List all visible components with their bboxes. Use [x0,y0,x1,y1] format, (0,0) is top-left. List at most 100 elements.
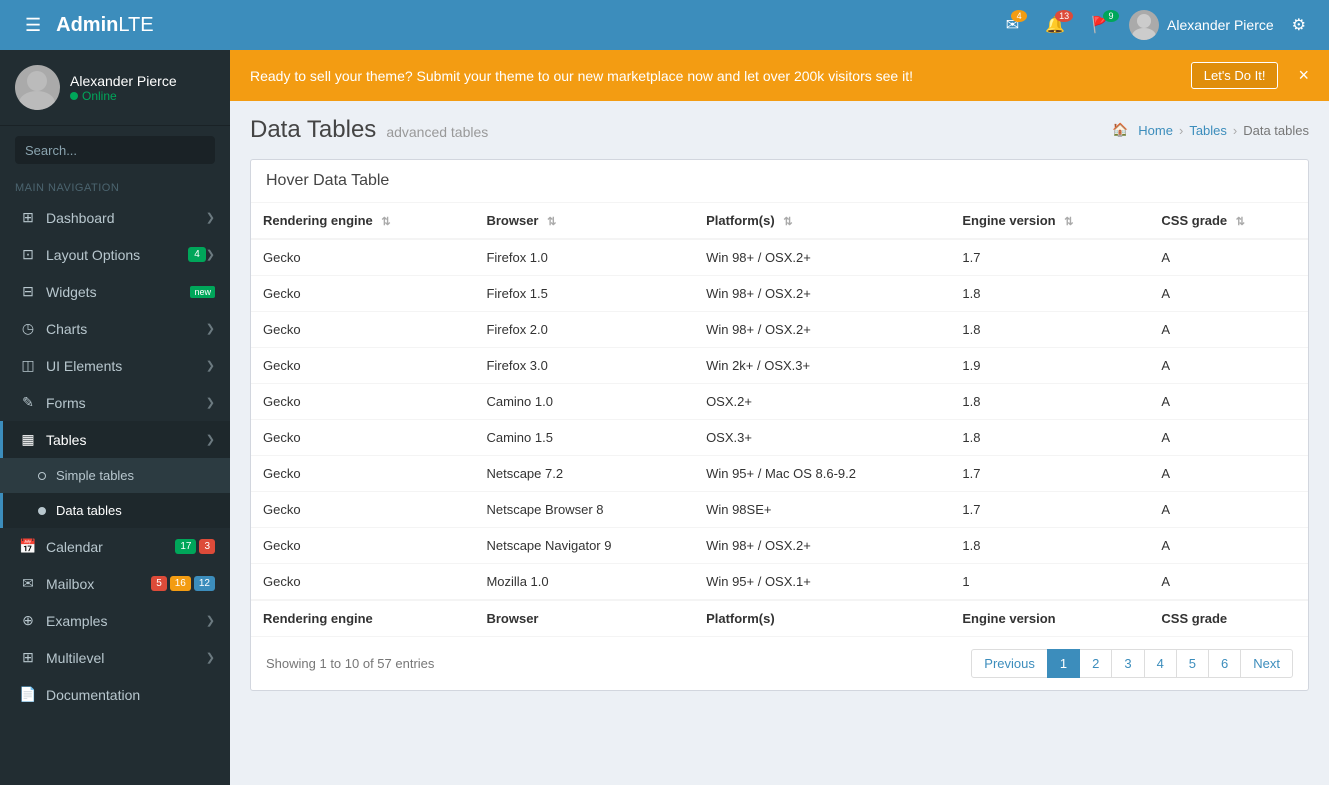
sidebar-toggle[interactable]: ☰ [15,15,51,36]
sidebar-item-dashboard[interactable]: ⊞ Dashboard ❯ [0,199,230,236]
forms-icon: ✎ [18,394,38,411]
content-header: Data Tables advanced tables 🏠 Home › Tab… [230,101,1329,159]
mail-button[interactable]: ✉ 4 [998,10,1027,40]
sidebar-item-examples[interactable]: ⊕ Examples ❯ [0,602,230,639]
brand-logo[interactable]: AdminLTE [56,14,153,37]
sidebar-item-charts[interactable]: ◷ Charts ❯ [0,310,230,347]
documentation-icon: 📄 [18,686,38,703]
calendar-badges: 17 3 [175,539,215,554]
cell-version: 1.8 [950,528,1149,564]
pagination-page-1[interactable]: 1 [1047,649,1080,678]
sidebar-item-mailbox[interactable]: ✉ Mailbox 5 16 12 [0,565,230,602]
cell-grade: A [1149,564,1308,601]
pagination-next[interactable]: Next [1240,649,1293,678]
mailbox-badge-3: 12 [194,576,215,591]
top-navbar: ☰ AdminLTE ✉ 4 🔔 13 🚩 9 Alexander Pierce [0,0,1329,50]
foot-col-browser: Browser [474,600,694,636]
sidebar-item-data-tables[interactable]: Data tables [0,493,230,528]
sidebar-item-ui[interactable]: ◫ UI Elements ❯ [0,347,230,384]
user-nav-panel[interactable]: Alexander Pierce [1129,10,1274,40]
sort-icon: ⇅ [381,216,390,228]
sort-icon: ⇅ [1236,216,1245,228]
calendar-icon: 📅 [18,538,38,555]
alert-close-button[interactable]: × [1298,65,1309,86]
layout-icon: ⊡ [18,246,38,263]
brand-prefix: Admin [56,14,118,36]
cell-engine: Gecko [251,456,474,492]
col-label: Engine version [962,213,1055,228]
new-badge: new [190,286,215,298]
table-row: Gecko Netscape 7.2 Win 95+ / Mac OS 8.6-… [251,456,1308,492]
sidebar-user-status: Online [70,89,177,103]
page-subtitle: advanced tables [386,124,488,140]
flag-badge: 9 [1103,10,1119,22]
settings-button[interactable]: ⚙ [1284,10,1314,40]
mailbox-icon: ✉ [18,575,38,592]
cell-platform: OSX.3+ [694,420,950,456]
pagination-page-5[interactable]: 5 [1176,649,1209,678]
app-wrapper: ☰ AdminLTE ✉ 4 🔔 13 🚩 9 Alexander Pierce [0,0,1329,785]
alert-cta-button[interactable]: Let's Do It! [1191,62,1279,89]
pagination-page-4[interactable]: 4 [1144,649,1177,678]
user-avatar [15,65,60,110]
cell-platform: Win 98+ / OSX.2+ [694,528,950,564]
search-submit[interactable]: 🔍 [211,136,215,164]
table-row: Gecko Firefox 1.0 Win 98+ / OSX.2+ 1.7 A [251,239,1308,276]
showing-info: Showing 1 to 10 of 57 entries [266,656,434,671]
home-icon: 🏠 [1112,122,1128,138]
sidebar-item-forms[interactable]: ✎ Forms ❯ [0,384,230,421]
search-input[interactable] [15,136,211,164]
breadcrumb-home[interactable]: Home [1138,123,1173,138]
sidebar-subitem-label: Simple tables [56,468,134,483]
flag-button[interactable]: 🚩 9 [1083,10,1119,40]
breadcrumb: 🏠 Home › Tables › Data tables [1112,122,1309,138]
sort-icon: ⇅ [783,216,792,228]
pagination-page-6[interactable]: 6 [1208,649,1241,678]
examples-icon: ⊕ [18,612,38,629]
table-container: Rendering engine ⇅ Browser ⇅ Platform(s)… [251,203,1308,636]
sidebar-item-multilevel[interactable]: ⊞ Multilevel ❯ [0,639,230,676]
table-body: Gecko Firefox 1.0 Win 98+ / OSX.2+ 1.7 A… [251,239,1308,600]
table-row: Gecko Firefox 1.5 Win 98+ / OSX.2+ 1.8 A [251,276,1308,312]
table-row: Gecko Mozilla 1.0 Win 95+ / OSX.1+ 1 A [251,564,1308,601]
pagination: Previous 1 2 3 4 5 6 Next [972,649,1293,678]
cell-version: 1 [950,564,1149,601]
sidebar-item-documentation[interactable]: 📄 Documentation [0,676,230,713]
sidebar-item-tables[interactable]: ▦ Tables ❯ [0,421,230,458]
sidebar-item-layout[interactable]: ⊡ Layout Options 4 ❯ [0,236,230,273]
table-row: Gecko Camino 1.0 OSX.2+ 1.8 A [251,384,1308,420]
chevron-down-icon: ❯ [206,433,215,446]
mailbox-badges: 5 16 12 [151,576,215,591]
cell-grade: A [1149,492,1308,528]
sidebar-item-label: Calendar [46,539,175,555]
col-header-version[interactable]: Engine version ⇅ [950,203,1149,239]
cell-browser: Firefox 1.0 [474,239,694,276]
cell-grade: A [1149,348,1308,384]
chevron-right-icon: ❯ [206,211,215,224]
cell-browser: Firefox 3.0 [474,348,694,384]
widgets-icon: ⊟ [18,283,38,300]
sidebar-item-label: Multilevel [46,650,206,666]
cell-browser: Camino 1.0 [474,384,694,420]
pagination-page-2[interactable]: 2 [1079,649,1112,678]
alert-bar: Ready to sell your theme? Submit your th… [230,50,1329,101]
sidebar-item-widgets[interactable]: ⊟ Widgets new [0,273,230,310]
bell-badge: 13 [1055,10,1073,22]
sidebar-item-simple-tables[interactable]: Simple tables [0,458,230,493]
sidebar-item-calendar[interactable]: 📅 Calendar 17 3 [0,528,230,565]
pagination-prev[interactable]: Previous [971,649,1048,678]
col-header-browser[interactable]: Browser ⇅ [474,203,694,239]
sidebar-item-label: Tables [46,432,206,448]
bell-button[interactable]: 🔔 13 [1037,10,1073,40]
data-table-box: Hover Data Table Rendering engine ⇅ Br [250,159,1309,691]
table-footer: Showing 1 to 10 of 57 entries Previous 1… [251,636,1308,690]
col-header-grade[interactable]: CSS grade ⇅ [1149,203,1308,239]
breadcrumb-tables[interactable]: Tables [1189,123,1227,138]
col-header-engine[interactable]: Rendering engine ⇅ [251,203,474,239]
cell-platform: OSX.2+ [694,384,950,420]
cell-browser: Netscape 7.2 [474,456,694,492]
table-head: Rendering engine ⇅ Browser ⇅ Platform(s)… [251,203,1308,239]
col-header-platform[interactable]: Platform(s) ⇅ [694,203,950,239]
breadcrumb-current: Data tables [1243,123,1309,138]
pagination-page-3[interactable]: 3 [1111,649,1144,678]
